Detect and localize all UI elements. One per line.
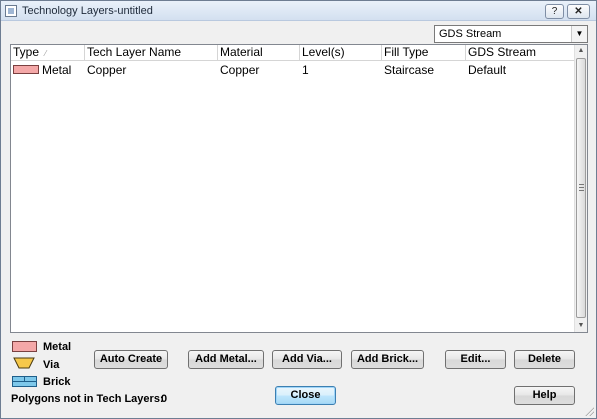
column-header-fill-type[interactable]: Fill Type <box>382 45 466 61</box>
resize-grip-icon[interactable] <box>584 406 594 416</box>
tech-layers-table[interactable]: Type ⁄ Tech Layer Name Material Level(s) … <box>10 44 588 333</box>
legend-via-label: Via <box>43 359 60 371</box>
legend-brick-label: Brick <box>43 376 71 388</box>
view-selector-dropdown[interactable]: GDS Stream ▼ <box>434 25 588 43</box>
cell-type: Metal <box>11 62 85 78</box>
title-close-button[interactable]: ✕ <box>567 4 590 19</box>
metal-swatch-icon <box>13 65 39 75</box>
table-row[interactable]: Metal Copper Copper 1 Staircase Default <box>11 62 575 78</box>
column-header-material[interactable]: Material <box>218 45 300 61</box>
add-metal-button[interactable]: Add Metal... <box>188 350 264 369</box>
scroll-up-arrow-icon[interactable]: ▲ <box>575 45 587 57</box>
metal-legend-icon <box>12 341 37 352</box>
column-header-gds-stream[interactable]: GDS Stream <box>466 45 575 61</box>
table-header: Type ⁄ Tech Layer Name Material Level(s) … <box>11 45 575 61</box>
vertical-scrollbar[interactable]: ▲ ▼ <box>574 45 587 332</box>
app-icon <box>5 5 17 17</box>
scrollbar-thumb[interactable] <box>576 58 586 318</box>
brick-legend-icon <box>12 376 37 387</box>
add-brick-button[interactable]: Add Brick... <box>351 350 424 369</box>
add-via-button[interactable]: Add Via... <box>272 350 342 369</box>
column-header-type[interactable]: Type ⁄ <box>11 45 85 61</box>
cell-fill-type: Staircase <box>384 63 435 77</box>
via-legend-icon <box>13 357 35 369</box>
close-button[interactable]: Close <box>275 386 336 405</box>
column-header-tech-layer-name[interactable]: Tech Layer Name <box>85 45 218 61</box>
help-button[interactable]: Help <box>514 386 575 405</box>
cell-gds-stream: Default <box>468 63 507 77</box>
title-bar[interactable]: Technology Layers-untitled ? ✕ <box>1 1 596 21</box>
status-count: 0 <box>161 393 168 405</box>
cell-levels: 1 <box>302 63 309 77</box>
auto-create-button[interactable]: Auto Create <box>94 350 168 369</box>
column-header-levels[interactable]: Level(s) <box>300 45 382 61</box>
scroll-down-arrow-icon[interactable]: ▼ <box>575 320 587 332</box>
cell-material: Copper <box>220 63 260 77</box>
view-selector-value: GDS Stream <box>439 28 502 40</box>
title-help-button[interactable]: ? <box>545 4 564 19</box>
edit-button[interactable]: Edit... <box>445 350 506 369</box>
grip-icon <box>579 184 584 191</box>
window-title: Technology Layers-untitled <box>22 5 153 17</box>
legend-metal-label: Metal <box>43 341 72 353</box>
delete-button[interactable]: Delete <box>514 350 575 369</box>
technology-layers-dialog: Technology Layers-untitled ? ✕ GDS Strea… <box>0 0 597 419</box>
chevron-down-icon[interactable]: ▼ <box>571 26 587 42</box>
cell-tech-layer-name: Copper <box>87 63 127 77</box>
status-label: Polygons not in Tech Layers: <box>11 393 164 405</box>
sort-ascending-icon: ⁄ <box>45 49 47 58</box>
